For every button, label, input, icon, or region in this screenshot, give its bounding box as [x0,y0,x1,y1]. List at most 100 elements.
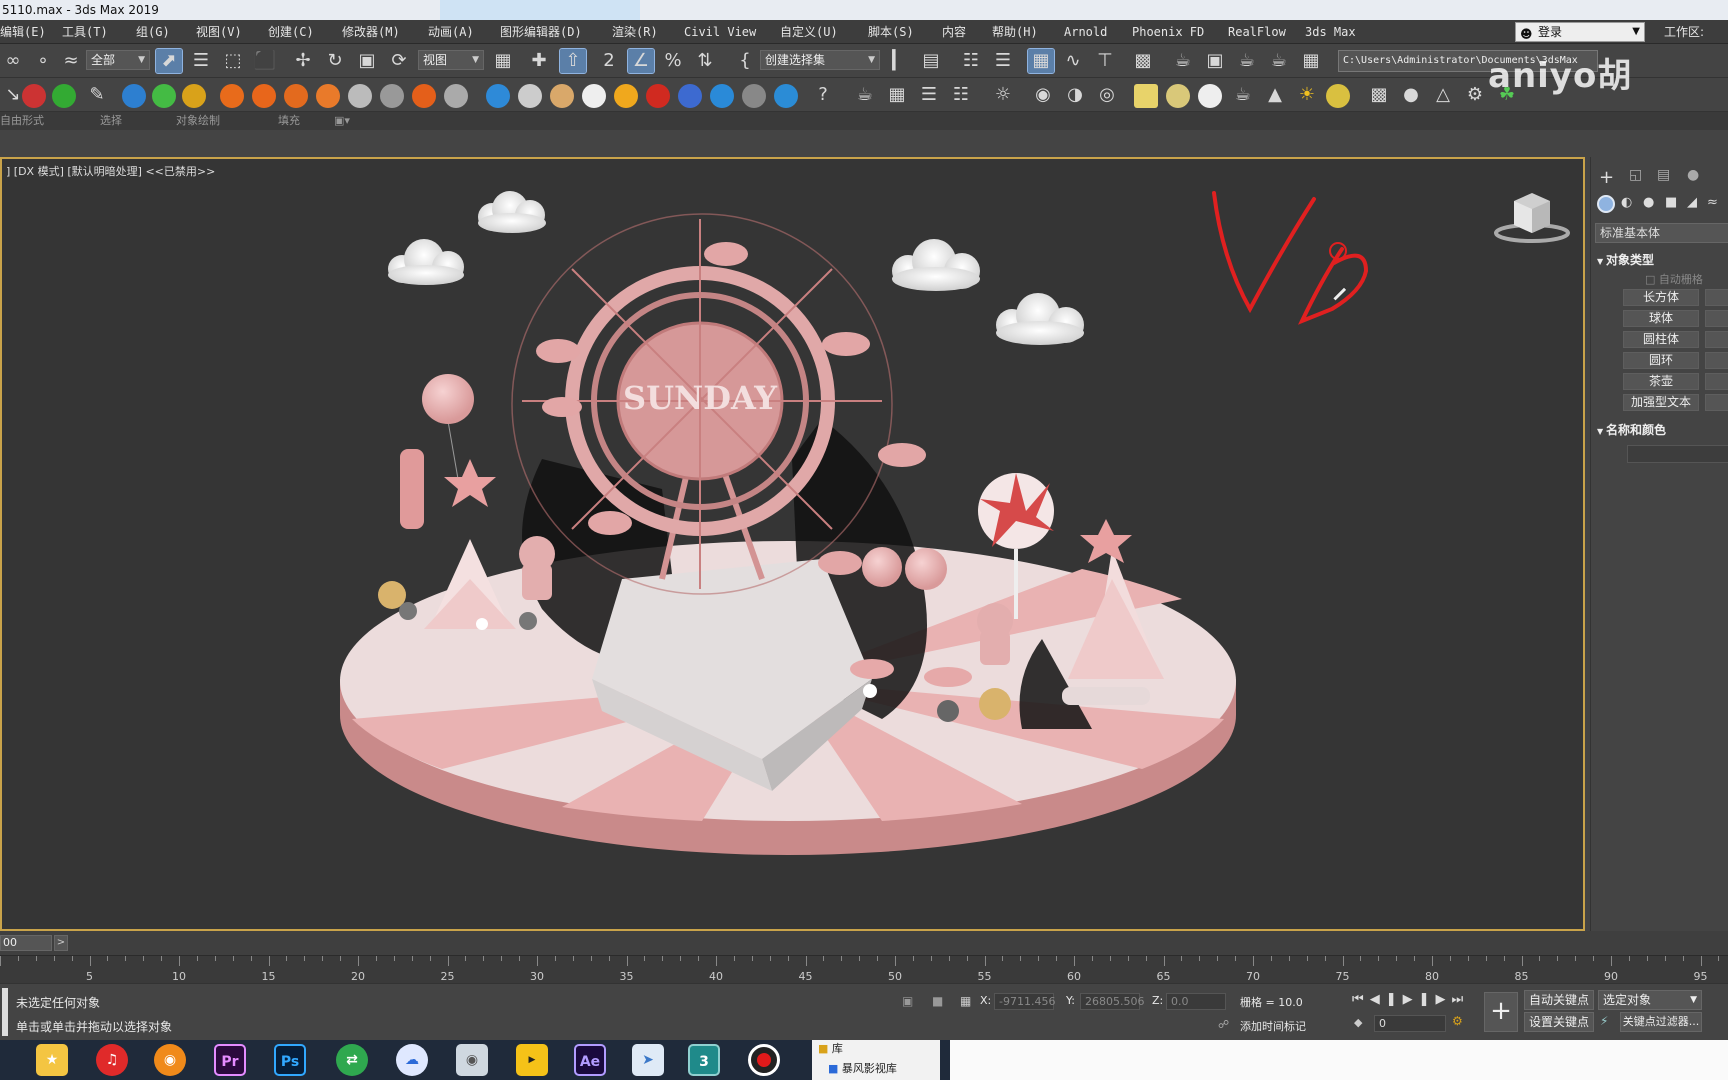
teapot-icon[interactable]: ☕ [852,83,878,107]
film-icon[interactable]: ◎ [1094,83,1120,107]
cloud-app-icon[interactable]: ☁ [396,1044,428,1076]
rendered-frame-window-icon[interactable]: ▣ [1202,49,1228,73]
menu-content[interactable]: 内容 [942,20,966,44]
ribbon-tab-freeform[interactable]: 自由形式 [0,112,44,130]
menu-edit[interactable]: 编辑(E) [0,20,46,44]
folder-app-icon[interactable]: ★ [36,1044,68,1076]
perspective-viewport[interactable]: ] [DX 模式] [默认明暗处理] <<已禁用>> SUNDAY VR [0,157,1585,931]
lock-icon[interactable]: ■ [932,994,943,1008]
time-slider-thumb[interactable]: 00 [0,935,52,951]
edit-named-selection-icon[interactable]: { [732,49,758,73]
geometry-icon[interactable] [1597,195,1615,213]
photoshop-app-icon[interactable]: Ps [274,1044,306,1076]
sphere-button[interactable]: 球体 [1623,310,1699,327]
calendar-icon[interactable]: ▦ [884,83,910,107]
bind-space-warp-icon[interactable]: ≈ [58,49,84,73]
download-icon[interactable] [122,84,146,108]
lights-icon[interactable]: ● [1643,195,1654,210]
sphere-icon[interactable]: ◑ [1062,83,1088,107]
spacewarps-icon[interactable]: ≈ [1707,195,1718,210]
pyramid-button[interactable] [1705,352,1728,369]
cone-icon[interactable]: ▲ [1262,83,1288,107]
bowl-icon[interactable] [742,84,766,108]
align-icon[interactable]: ▤ [918,49,944,73]
next-frame-icon[interactable]: ❚▶ [1419,992,1452,1007]
light-bulb-icon[interactable]: ☼ [990,83,1016,107]
menu-rendering[interactable]: 渲染(R) [612,20,658,44]
drop-icon[interactable] [646,84,670,108]
workspace-label[interactable]: 工作区: [1664,20,1704,44]
menu-phoenix-fd[interactable]: Phoenix FD [1132,20,1204,44]
sphere-light-icon[interactable] [1198,84,1222,108]
spinner-snap-icon[interactable]: ⇅ [692,49,718,73]
ribbon-tab-selection[interactable]: 选择 [100,112,122,130]
z-coordinate-field[interactable]: 0.0 [1166,993,1226,1010]
login-dropdown[interactable]: ☻ 登录 ▼ [1515,22,1645,42]
paint-icon[interactable] [22,84,46,108]
box-button[interactable]: 长方体 [1623,289,1699,306]
schematic-view-icon[interactable]: ⊤ [1092,49,1118,73]
flame-icon[interactable] [412,84,436,108]
geometry-category-dropdown[interactable]: 标准基本体 [1595,223,1728,243]
scale-icon[interactable]: ▣ [354,49,380,73]
player-app-icon[interactable]: ▶ [516,1044,548,1076]
pour-icon[interactable] [614,84,638,108]
motion-tab-icon[interactable]: ● [1687,167,1699,183]
auto-key-button[interactable]: 自动关键点 [1524,990,1594,1010]
beer-icon[interactable] [550,84,574,108]
bird-app-icon[interactable]: ➤ [632,1044,664,1076]
helpers-icon[interactable]: ◢ [1687,195,1697,210]
mug-icon[interactable] [518,84,542,108]
go-to-end-icon[interactable]: ⏭ [1451,992,1469,1007]
menu-views[interactable]: 视图(V) [196,20,242,44]
smoke-icon[interactable] [348,84,372,108]
move-icon[interactable]: ✢ [290,49,316,73]
play-icon[interactable]: ▶ [1403,992,1419,1007]
browser-app-icon[interactable]: ⇄ [336,1044,368,1076]
reference-coordinate-dropdown[interactable]: 视图 ▼ [418,50,484,70]
grass-icon[interactable] [52,84,76,108]
render-production-icon[interactable]: ☕ [1234,49,1260,73]
modify-tab-icon[interactable]: ◱ [1629,167,1642,183]
music-app-icon[interactable]: ♫ [96,1044,128,1076]
menu-scripting[interactable]: 脚本(S) [868,20,914,44]
menu-civil-view[interactable]: Civil View [684,20,756,44]
menu-group[interactable]: 组(G) [136,20,170,44]
select-by-name-icon[interactable]: ☰ [188,49,214,73]
y-coordinate-field[interactable]: 26805.506 [1080,993,1145,1010]
object-name-field[interactable] [1627,445,1728,463]
plane-icon[interactable] [182,84,206,108]
proxy-icon[interactable]: ● [1398,83,1424,107]
teapot-button[interactable]: 茶壶 [1623,373,1699,390]
select-manipulate-icon[interactable]: ✚ [526,49,552,73]
key-filters-icon[interactable]: ⚡ [1600,1014,1608,1028]
fire-icon[interactable] [284,84,308,108]
add-time-tag[interactable]: 添加时间标记 [1240,1018,1306,1034]
named-selection-dropdown[interactable]: 创建选择集 ▼ [760,50,880,70]
camera-app-icon[interactable]: ◉ [456,1044,488,1076]
torus-button[interactable]: 圆环 [1623,352,1699,369]
sun-icon[interactable]: ☀ [1294,83,1320,107]
help-icon[interactable]: ? [810,83,836,107]
x-coordinate-field[interactable]: -9711.456 [994,993,1055,1010]
cup-icon[interactable] [582,84,606,108]
set-key-button[interactable]: 设置关键点 [1524,1012,1594,1032]
key-filters-button[interactable]: 关键点过滤器... [1620,1012,1702,1032]
menu-create[interactable]: 创建(C) [268,20,314,44]
gear-icon[interactable]: ⚙ [1462,83,1488,107]
menu-arnold[interactable]: Arnold [1064,20,1107,44]
menu-customize[interactable]: 自定义(U) [780,20,838,44]
menu-help[interactable]: 帮助(H) [992,20,1038,44]
selection-filter-dropdown[interactable]: 全部 ▼ [86,50,150,70]
ies-light-icon[interactable]: ☕ [1230,83,1256,107]
scene-explorer-icon[interactable]: ▦ [1027,48,1055,74]
angle-snap-icon[interactable]: ∠ [627,48,655,74]
boat-icon[interactable] [774,84,798,108]
textplus-button[interactable]: 加强型文本 [1623,394,1699,411]
menu-modifiers[interactable]: 修改器(M) [342,20,400,44]
list-icon[interactable]: ☰ [916,83,942,107]
select-object-icon[interactable]: ⬈ [155,48,183,74]
layer-explorer-icon[interactable]: ☷ [958,49,984,73]
section-object-type[interactable]: ▼ 对象类型 [1597,251,1654,268]
render-setup-icon[interactable]: ☕ [1170,49,1196,73]
